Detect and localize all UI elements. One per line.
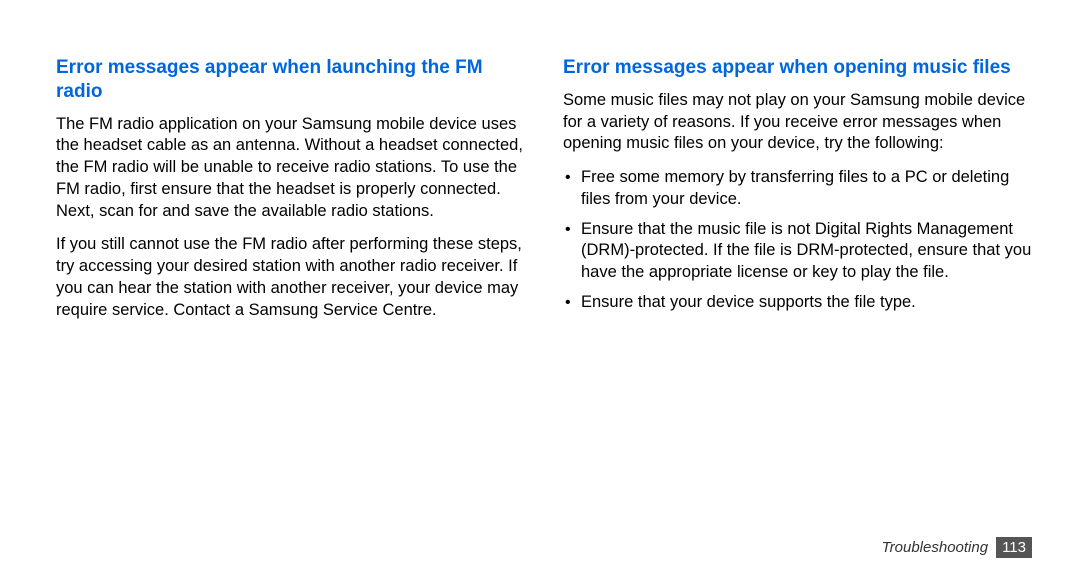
page-number: 113 [996, 537, 1032, 558]
fm-radio-para2: If you still cannot use the FM radio aft… [56, 234, 525, 321]
fm-radio-para1: The FM radio application on your Samsung… [56, 114, 525, 223]
right-column: Error messages appear when opening music… [563, 56, 1032, 322]
music-files-bullets: Free some memory by transferring files t… [563, 167, 1032, 314]
music-files-heading: Error messages appear when opening music… [563, 56, 1032, 80]
footer-section-label: Troubleshooting [882, 539, 988, 556]
page-footer: Troubleshooting 113 [882, 537, 1032, 558]
bullet-item: Ensure that the music file is not Digita… [563, 219, 1032, 284]
fm-radio-heading: Error messages appear when launching the… [56, 56, 525, 104]
music-files-intro: Some music files may not play on your Sa… [563, 90, 1032, 155]
bullet-item: Free some memory by transferring files t… [563, 167, 1032, 211]
bullet-item: Ensure that your device supports the fil… [563, 292, 1032, 314]
left-column: Error messages appear when launching the… [56, 56, 525, 322]
page-content: Error messages appear when launching the… [56, 56, 1032, 322]
